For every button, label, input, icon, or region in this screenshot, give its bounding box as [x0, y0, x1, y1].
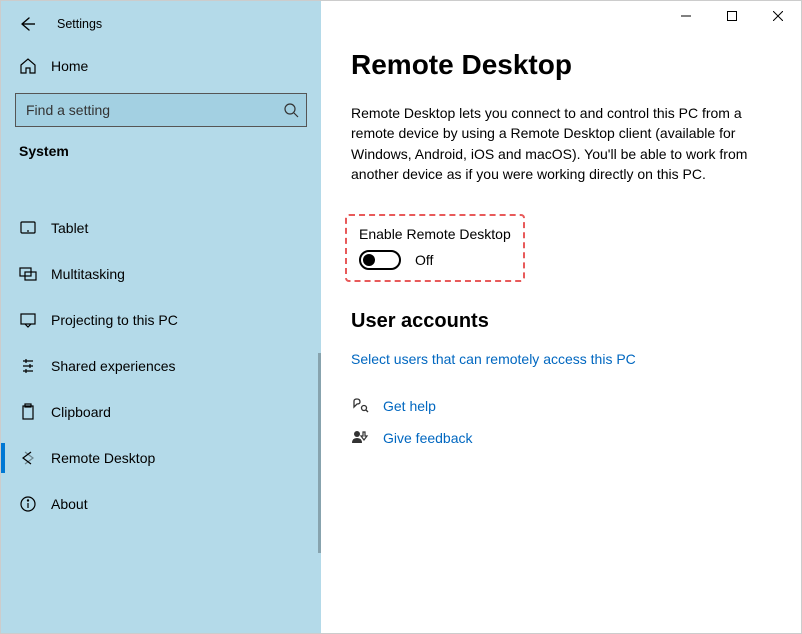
user-accounts-heading: User accounts — [351, 310, 771, 333]
feedback-icon — [351, 429, 369, 447]
about-icon — [19, 495, 37, 513]
sidebar-nav-list: Tablet Multitasking Projecting to this P… — [1, 205, 321, 633]
sidebar-home[interactable]: Home — [1, 43, 321, 89]
multitasking-icon — [19, 265, 37, 283]
sidebar-item-label: Projecting to this PC — [51, 312, 178, 328]
main-content: Remote Desktop Remote Desktop lets you c… — [321, 1, 801, 633]
toggle-label: Enable Remote Desktop — [353, 226, 511, 242]
shared-icon — [19, 357, 37, 375]
close-button[interactable] — [755, 1, 801, 31]
sidebar-item-projecting[interactable]: Projecting to this PC — [1, 297, 321, 343]
sidebar-item-label: Shared experiences — [51, 358, 176, 374]
get-help-link[interactable]: Get help — [383, 398, 436, 414]
sidebar-item-label: Remote Desktop — [51, 450, 155, 466]
projecting-icon — [19, 311, 37, 329]
toggle-state-text: Off — [415, 252, 433, 268]
remote-desktop-icon — [19, 449, 37, 467]
back-button[interactable] — [19, 15, 37, 33]
home-label: Home — [51, 58, 88, 74]
window-title: Settings — [57, 17, 102, 31]
page-description: Remote Desktop lets you connect to and c… — [351, 103, 751, 184]
minimize-button[interactable] — [663, 1, 709, 31]
sidebar-item-clipboard[interactable]: Clipboard — [1, 389, 321, 435]
highlighted-toggle-region: Enable Remote Desktop Off — [345, 214, 525, 282]
sidebar-item-label: Clipboard — [51, 404, 111, 420]
sidebar-item-label: About — [51, 496, 88, 512]
enable-remote-desktop-toggle[interactable] — [359, 250, 401, 270]
sidebar-item-tablet[interactable]: Tablet — [1, 205, 321, 251]
clipboard-icon — [19, 403, 37, 421]
sidebar-item-multitasking[interactable]: Multitasking — [1, 251, 321, 297]
tablet-icon — [19, 219, 37, 237]
sidebar-item-remote-desktop[interactable]: Remote Desktop — [1, 435, 321, 481]
sidebar-item-shared[interactable]: Shared experiences — [1, 343, 321, 389]
search-input[interactable] — [15, 93, 307, 127]
select-users-link[interactable]: Select users that can remotely access th… — [351, 351, 771, 367]
sidebar-item-label: Tablet — [51, 220, 88, 236]
help-icon — [351, 397, 369, 415]
search-icon — [283, 102, 299, 118]
give-feedback-link[interactable]: Give feedback — [383, 430, 473, 446]
sidebar: Settings Home System — [1, 1, 321, 633]
home-icon — [19, 57, 37, 75]
sidebar-item-label: Multitasking — [51, 266, 125, 282]
maximize-button[interactable] — [709, 1, 755, 31]
sidebar-section-label: System — [1, 143, 321, 167]
sidebar-item-about[interactable]: About — [1, 481, 321, 527]
page-title: Remote Desktop — [351, 49, 771, 81]
